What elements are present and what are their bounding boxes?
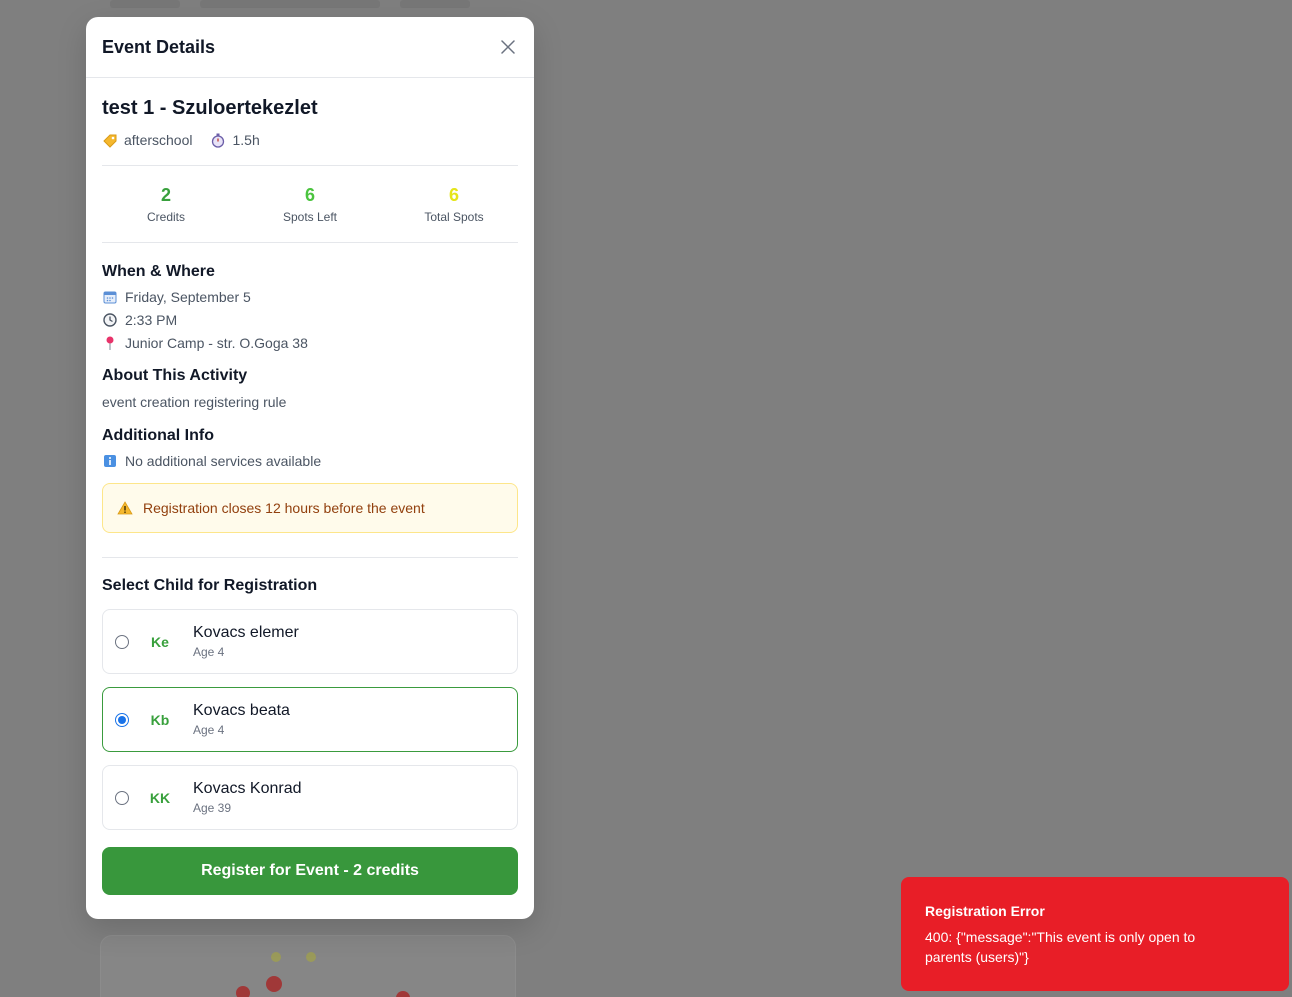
total-spots-value: 6 [448, 184, 459, 205]
registration-warning: Registration closes 12 hours before the … [102, 483, 518, 533]
child-age: Age 39 [193, 801, 232, 815]
modal-header: Event Details [86, 17, 534, 78]
child-info: Kovacs beata Age 4 [193, 702, 290, 737]
child-initials: Ke [151, 633, 169, 650]
child-initials: KK [149, 789, 171, 806]
child-age: Age 4 [193, 723, 225, 737]
about-title: About This Activity [102, 367, 248, 384]
child-radio[interactable] [115, 634, 129, 649]
modal-title: Event Details [102, 36, 216, 57]
error-toast[interactable]: Registration Error 400: {"message":"This… [901, 877, 1289, 991]
child-info: Kovacs elemer Age 4 [193, 624, 299, 659]
stopwatch-icon [212, 133, 225, 148]
stat-spots-left: 6 Spots Left [246, 185, 374, 224]
calendar-icon [103, 291, 117, 304]
event-details-modal: Event Details test 1 - Szuloertekezlet a… [86, 17, 534, 919]
register-button[interactable]: Register for Event - 2 credits [102, 847, 518, 895]
info-icon [104, 455, 116, 467]
time-text: 2:33 PM [125, 312, 178, 328]
close-icon [501, 40, 515, 54]
spots-left-value: 6 [304, 184, 315, 205]
tag-icon [103, 134, 117, 148]
event-location: Junior Camp - str. O.Goga 38 [102, 335, 518, 351]
when-where-title: When & Where [102, 263, 215, 280]
event-title: test 1 - Szuloertekezlet [102, 97, 318, 119]
child-info: Kovacs Konrad Age 39 [193, 780, 302, 815]
credits-value: 2 [160, 184, 171, 205]
child-radio[interactable] [115, 790, 129, 805]
pin-icon [106, 336, 114, 350]
clock-icon [103, 313, 117, 327]
total-spots-label: Total Spots [424, 209, 484, 224]
child-name: Kovacs Konrad [193, 780, 302, 797]
divider [102, 557, 518, 558]
warning-text: Registration closes 12 hours before the … [143, 500, 425, 516]
event-time: 2:33 PM [102, 312, 518, 328]
background-page-strip [110, 0, 510, 14]
additional-info-line: No additional services available [102, 453, 518, 469]
stat-total-spots: 6 Total Spots [390, 185, 518, 224]
category-meta: afterschool [102, 132, 192, 148]
background-card [100, 935, 516, 997]
child-option-kovacs-konrad[interactable]: KK Kovacs Konrad Age 39 [102, 765, 518, 830]
additional-info-title: Additional Info [102, 427, 214, 444]
toast-title: Registration Error [925, 903, 1045, 919]
event-date: Friday, September 5 [102, 289, 518, 305]
toast-message: 400: {"message":"This event is only open… [925, 929, 1196, 965]
close-button[interactable] [498, 37, 518, 57]
additional-info-text: No additional services available [125, 453, 322, 469]
stat-credits: 2 Credits [102, 185, 230, 224]
child-name: Kovacs beata [193, 702, 290, 719]
child-option-kovacs-beata[interactable]: Kb Kovacs beata Age 4 [102, 687, 518, 752]
duration-label: 1.5h [232, 132, 260, 148]
select-child-title: Select Child for Registration [102, 577, 318, 594]
child-option-kovacs-elemer[interactable]: Ke Kovacs elemer Age 4 [102, 609, 518, 674]
warning-icon [117, 501, 133, 515]
date-text: Friday, September 5 [125, 289, 251, 305]
category-label: afterschool [124, 132, 193, 148]
event-meta: afterschool 1.5h [102, 132, 518, 148]
location-text: Junior Camp - str. O.Goga 38 [125, 335, 308, 351]
divider [102, 242, 518, 243]
modal-body: test 1 - Szuloertekezlet afterschool 1.5… [86, 78, 534, 895]
child-radio[interactable] [115, 712, 129, 727]
event-stats: 2 Credits 6 Spots Left 6 Total Spots [102, 166, 518, 242]
duration-meta: 1.5h [210, 132, 260, 148]
spots-left-label: Spots Left [282, 209, 338, 224]
child-age: Age 4 [193, 645, 225, 659]
credits-label: Credits [146, 209, 185, 224]
child-name: Kovacs elemer [193, 624, 299, 641]
child-initials: Kb [150, 711, 170, 728]
about-text: event creation registering rule [102, 394, 287, 410]
